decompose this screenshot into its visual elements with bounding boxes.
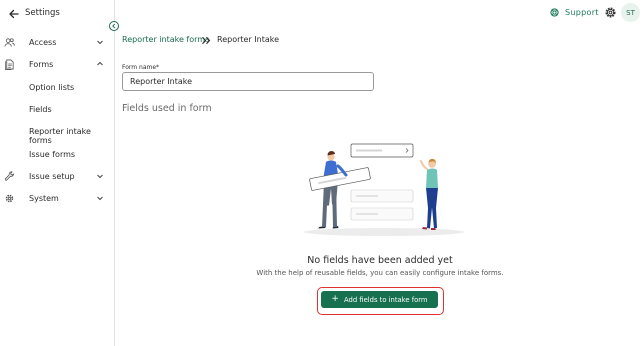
- collapse-sidebar-button[interactable]: [109, 21, 119, 31]
- section-title: Fields used in form: [122, 103, 212, 114]
- form-name-label: Form name*: [122, 64, 160, 71]
- empty-state-illustration: [304, 143, 464, 236]
- lifebuoy-icon: [550, 8, 559, 17]
- support-label: Support: [565, 8, 599, 17]
- sidebar-subitem-issue-forms[interactable]: Issue forms: [29, 150, 75, 159]
- user-avatar[interactable]: ST: [621, 3, 640, 22]
- sidebar-item-access[interactable]: Access: [0, 33, 114, 51]
- sidebar-item-label: System: [29, 193, 59, 203]
- users-icon: [4, 37, 15, 47]
- settings-gear-icon[interactable]: [604, 6, 617, 19]
- sidebar-item-forms[interactable]: Forms: [0, 55, 114, 73]
- chevron-down-icon: [97, 196, 103, 201]
- sidebar-title: Settings: [25, 8, 60, 18]
- plus-icon: +: [331, 294, 339, 304]
- sidebar-item-system[interactable]: System: [0, 189, 114, 207]
- support-link[interactable]: Support: [550, 8, 599, 17]
- chevron-down-icon: [97, 174, 103, 179]
- chevron-down-icon: [97, 40, 103, 45]
- sidebar-subitem-fields[interactable]: Fields: [29, 105, 52, 114]
- arrow-left-icon[interactable]: [8, 8, 20, 20]
- sidebar-item-label: Access: [29, 37, 57, 47]
- sidebar-subitem-option-lists[interactable]: Option lists: [29, 83, 74, 92]
- document-icon: [5, 59, 14, 70]
- sidebar-header[interactable]: Settings: [0, 0, 115, 28]
- empty-state-description: With the help of reusable fields, you ca…: [256, 269, 504, 277]
- chevron-left-icon: [112, 23, 116, 29]
- form-name-input[interactable]: [122, 72, 374, 91]
- chevron-up-icon: [97, 61, 103, 66]
- sidebar-item-label: Issue setup: [29, 171, 75, 181]
- breadcrumb-current: Reporter Intake: [217, 35, 280, 44]
- sidebar: Settings Access Forms Option lists Field…: [0, 0, 115, 346]
- sidebar-item-label: Forms: [29, 59, 54, 69]
- add-fields-button-label: Add fields to intake form: [343, 295, 428, 304]
- wrench-icon: [4, 171, 15, 181]
- avatar-initials: ST: [626, 8, 635, 17]
- breadcrumb-parent-link[interactable]: Reporter intake forms: [122, 35, 209, 44]
- gear-icon: [5, 194, 14, 202]
- sidebar-item-issue-setup[interactable]: Issue setup: [0, 167, 114, 185]
- sidebar-subitem-reporter-intake-forms[interactable]: Reporter intake forms: [29, 127, 114, 145]
- empty-state-title: No fields have been added yet: [307, 255, 453, 266]
- double-chevron-right-icon: [202, 36, 211, 45]
- add-fields-button[interactable]: + Add fields to intake form: [321, 291, 438, 308]
